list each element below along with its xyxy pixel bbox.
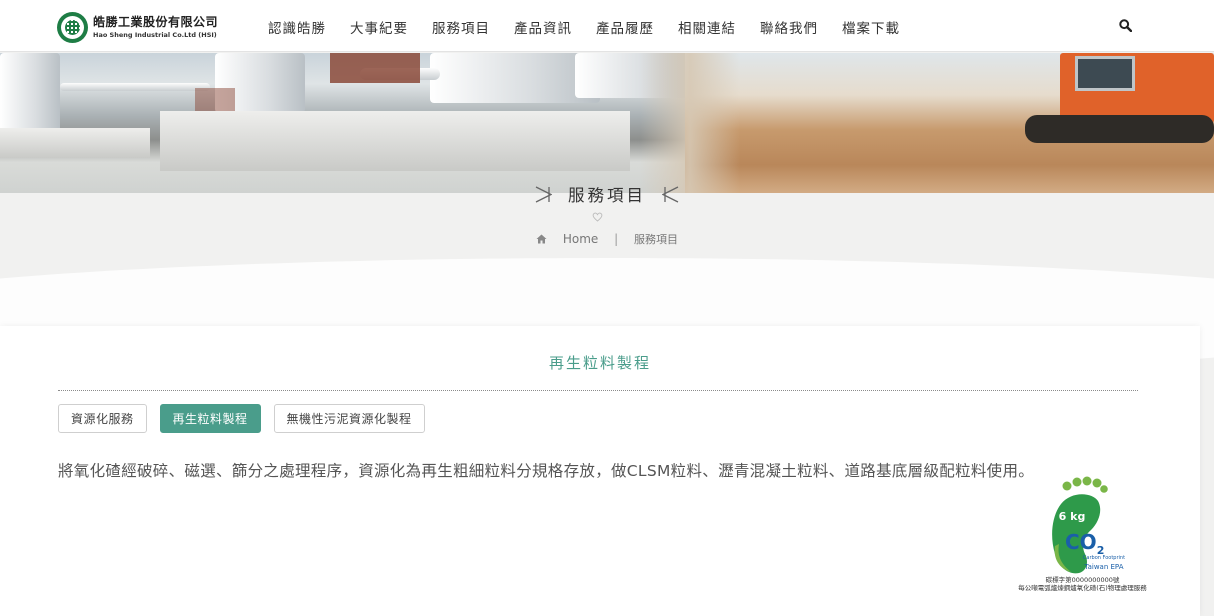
page-title: 服務項目 (568, 186, 646, 205)
carbon-cert-text: 碳標字第0000000000號 每公噸電弧爐煉鋼爐氧化碴(石)物理處理服務 (1005, 576, 1160, 593)
hero-banner (0, 53, 1214, 193)
breadcrumb-current: 服務項目 (633, 233, 678, 246)
logo-company-name: 皓勝工業股份有限公司 (93, 14, 219, 29)
carbon-footprint-label: Carbon Footprint (1082, 555, 1126, 561)
left-ornament-icon (535, 185, 552, 203)
search-icon[interactable] (1119, 19, 1132, 32)
service-description: 將氧化碴經破碎、磁選、篩分之處理程序，資源化為再生粗細粒料分規格存放，做CLSM… (58, 462, 1035, 480)
co2-label: CO2 (1065, 530, 1105, 557)
nav-item-contact[interactable]: 聯絡我們 (760, 17, 818, 37)
tab-recycled-aggregate[interactable]: 再生粒料製程 (159, 404, 261, 433)
logo-english-name: Hao Sheng Industrial Co.Ltd (HSI) (93, 30, 217, 39)
breadcrumb-home-link[interactable]: Home (563, 232, 598, 246)
breadcrumb-separator: | (614, 232, 619, 246)
section-title: 再生粒料製程 (548, 354, 651, 372)
site-header: 皓勝工業股份有限公司 Hao Sheng Industrial Co.Ltd (… (0, 0, 1214, 52)
nav-item-links[interactable]: 相關連結 (678, 17, 736, 37)
tab-inorganic-sludge[interactable]: 無機性污泥資源化製程 (273, 404, 425, 433)
right-ornament-icon (662, 185, 679, 203)
carbon-amount: 6 kg (1058, 510, 1086, 523)
tab-resource-service[interactable]: 資源化服務 (58, 404, 147, 433)
page-title-bar: 服務項目 (0, 182, 1214, 207)
home-icon[interactable] (536, 234, 547, 244)
nav-item-services[interactable]: 服務項目 (432, 17, 490, 37)
nav-item-downloads[interactable]: 檔案下載 (842, 17, 900, 37)
logo-text: 皓勝工業股份有限公司 Hao Sheng Industrial Co.Ltd (… (93, 16, 218, 39)
breadcrumb: Home | 服務項目 (0, 231, 1214, 247)
dotted-divider (58, 390, 1138, 391)
main-nav: 認識皓勝 大事紀要 服務項目 產品資訊 產品履歷 相關連結 聯絡我們 檔案下載 (268, 17, 924, 37)
nav-item-product-history[interactable]: 產品履歷 (596, 17, 654, 37)
nav-item-products[interactable]: 產品資訊 (514, 17, 572, 37)
nav-item-about[interactable]: 認識皓勝 (268, 17, 326, 37)
site-logo[interactable]: 皓勝工業股份有限公司 Hao Sheng Industrial Co.Ltd (… (57, 10, 218, 44)
nav-item-milestones[interactable]: 大事紀要 (350, 17, 408, 37)
epa-label: Taiwan EPA (1084, 563, 1124, 571)
carbon-cert-service: 每公噸電弧爐煉鋼爐氧化碴(石)物理處理服務 (1018, 583, 1147, 592)
logo-emblem-icon (57, 11, 88, 43)
service-tabs: 資源化服務 再生粒料製程 無機性污泥資源化製程 (58, 404, 438, 433)
heart-divider-icon (592, 212, 603, 222)
banner-plant-image (0, 53, 700, 193)
